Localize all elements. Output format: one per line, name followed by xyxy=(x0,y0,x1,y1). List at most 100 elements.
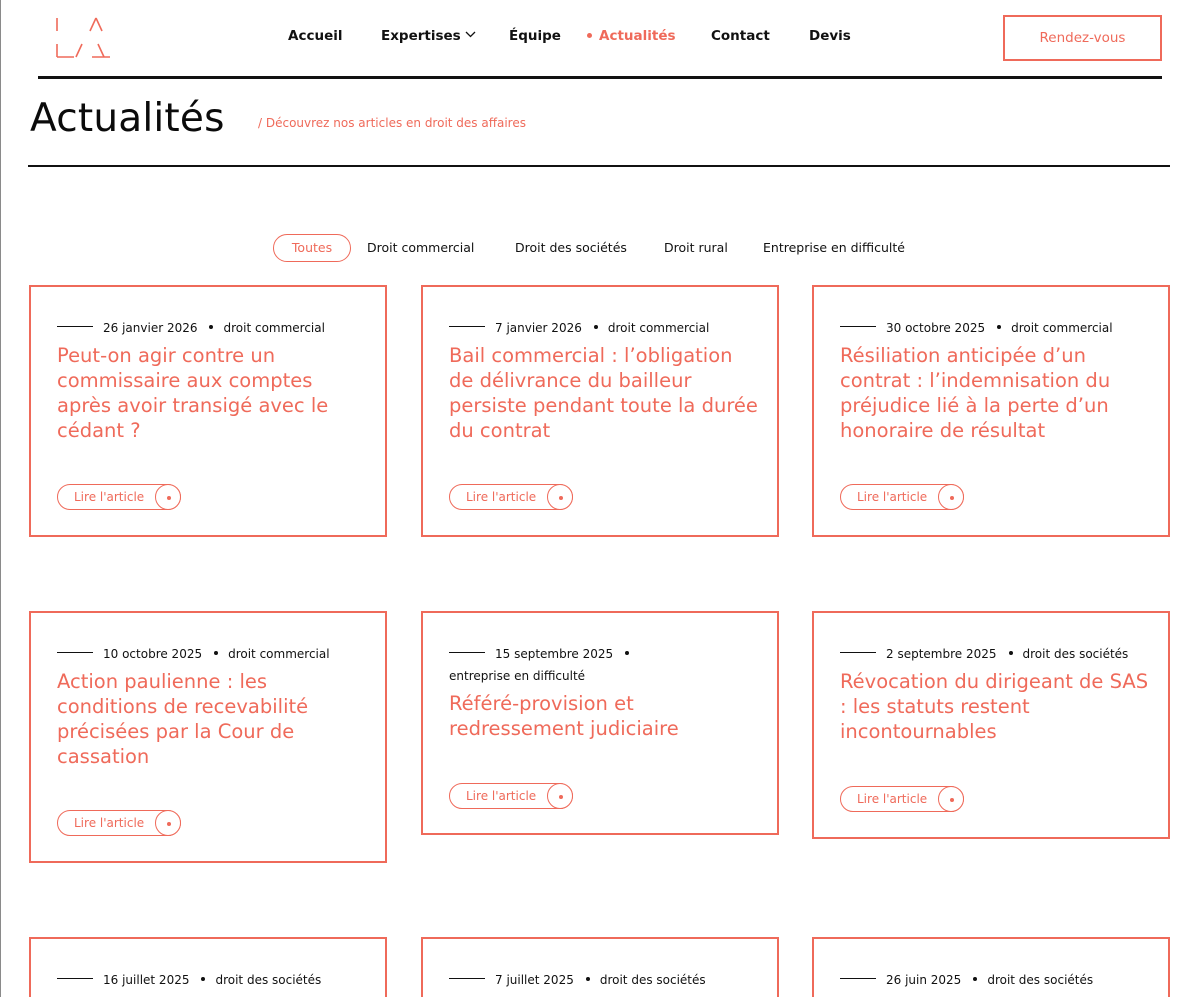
meta-rule xyxy=(840,326,876,327)
article-title[interactable]: Référé-provision et redressement judicia… xyxy=(449,691,759,741)
category-filters: Toutes Droit commercial Droit des sociét… xyxy=(0,234,1200,262)
nav-item-expertises-label: Expertises xyxy=(381,28,461,44)
meta-rule xyxy=(840,978,876,979)
article-date: 10 octobre 2025 xyxy=(103,647,203,661)
circle-dot-icon xyxy=(547,783,573,809)
article-title[interactable]: Révocation du dirigeant de SAS : les sta… xyxy=(840,669,1150,744)
bullet-icon xyxy=(201,976,206,981)
read-article-label: Lire l'article xyxy=(466,789,537,803)
article-date: 2 septembre 2025 xyxy=(886,647,997,661)
article-meta: 15 septembre 2025 entreprise en difficult… xyxy=(449,643,649,687)
bullet-icon xyxy=(214,650,219,655)
meta-rule xyxy=(840,652,876,653)
article-category: droit des sociétés xyxy=(1022,647,1129,661)
circle-dot-icon xyxy=(938,786,964,812)
article-category: entreprise en difficulté xyxy=(449,669,586,683)
nav-item-actualites-label: Actualités xyxy=(599,28,676,44)
read-article-button[interactable]: Lire l'article xyxy=(449,484,573,510)
meta-rule xyxy=(449,978,485,979)
article-card[interactable]: 2 septembre 2025 droit des sociétés Révoc… xyxy=(812,611,1170,839)
circle-dot-icon xyxy=(155,810,181,836)
meta-rule xyxy=(449,652,485,653)
filter-droit-des-societes[interactable]: Droit des sociétés xyxy=(515,234,627,262)
article-date: 7 janvier 2026 xyxy=(495,321,582,335)
article-meta: 7 juillet 2025 droit des sociétés xyxy=(449,969,769,991)
nav-item-accueil[interactable]: Accueil xyxy=(288,28,342,44)
nav-item-devis[interactable]: Devis xyxy=(809,28,851,44)
site-header: Accueil Expertises Équipe Actualités Con… xyxy=(0,0,1200,80)
article-meta: 2 septembre 2025 droit des sociétés xyxy=(840,643,1160,665)
nav-item-contact[interactable]: Contact xyxy=(711,28,770,44)
read-article-button[interactable]: Lire l'article xyxy=(57,484,181,510)
article-category: droit des sociétés xyxy=(215,973,322,987)
article-category: droit des sociétés xyxy=(599,973,706,987)
article-meta: 10 octobre 2025 droit commercial xyxy=(57,643,377,665)
bullet-icon xyxy=(209,324,214,329)
meta-rule xyxy=(449,326,485,327)
window-edge xyxy=(0,0,1,997)
circle-dot-icon xyxy=(155,484,181,510)
article-meta: 26 janvier 2026 droit commercial xyxy=(57,317,377,339)
read-article-label: Lire l'article xyxy=(74,816,145,830)
circle-dot-icon xyxy=(938,484,964,510)
title-divider xyxy=(28,165,1170,167)
circle-dot-icon xyxy=(547,484,573,510)
article-title[interactable]: Action paulienne : les conditions de rec… xyxy=(57,669,367,769)
article-card[interactable]: 7 juillet 2025 droit des sociétés xyxy=(421,937,779,997)
read-article-button[interactable]: Lire l'article xyxy=(449,783,573,809)
article-date: 7 juillet 2025 xyxy=(495,973,574,987)
read-article-button[interactable]: Lire l'article xyxy=(840,786,964,812)
bullet-icon xyxy=(585,976,590,981)
filter-droit-commercial[interactable]: Droit commercial xyxy=(367,234,474,262)
article-meta: 26 juin 2025 droit des sociétés xyxy=(840,969,1160,991)
active-dot-icon xyxy=(587,32,592,38)
meta-rule xyxy=(57,978,93,979)
article-title[interactable]: Peut-on agir contre un commissaire aux c… xyxy=(57,343,367,443)
filter-droit-rural[interactable]: Droit rural xyxy=(664,234,728,262)
article-card[interactable]: 26 janvier 2026 droit commercial Peut-on … xyxy=(29,285,387,537)
meta-rule xyxy=(57,326,93,327)
article-category: droit des sociétés xyxy=(987,973,1094,987)
bullet-icon xyxy=(973,976,978,981)
read-article-label: Lire l'article xyxy=(466,490,537,504)
article-meta: 7 janvier 2026 droit commercial xyxy=(449,317,769,339)
chevron-down-icon xyxy=(465,31,476,37)
bullet-icon xyxy=(593,324,598,329)
article-card[interactable]: 10 octobre 2025 droit commercial Action p… xyxy=(29,611,387,863)
article-category: droit commercial xyxy=(607,321,710,335)
article-date: 26 janvier 2026 xyxy=(103,321,198,335)
page-subtitle: / Découvrez nos articles en droit des af… xyxy=(258,116,526,130)
rendez-vous-button[interactable]: Rendez-vous xyxy=(1003,15,1162,61)
article-date: 30 octobre 2025 xyxy=(886,321,986,335)
article-category: droit commercial xyxy=(223,321,325,335)
article-date: 16 juillet 2025 xyxy=(103,973,190,987)
read-article-button[interactable]: Lire l'article xyxy=(840,484,964,510)
article-card[interactable]: 15 septembre 2025 entreprise en difficult… xyxy=(421,611,779,835)
article-date: 26 juin 2025 xyxy=(886,973,962,987)
article-date: 15 septembre 2025 xyxy=(495,647,614,661)
nav-item-equipe[interactable]: Équipe xyxy=(509,28,561,44)
nav-item-expertises[interactable]: Expertises xyxy=(381,28,476,44)
bullet-icon xyxy=(1008,650,1013,655)
article-title[interactable]: Bail commercial : l’obligation de délivr… xyxy=(449,343,759,443)
filter-toutes[interactable]: Toutes xyxy=(273,234,351,262)
article-title[interactable]: Résiliation anticipée d’un contrat : l’i… xyxy=(840,343,1150,443)
article-card[interactable]: 16 juillet 2025 droit des sociétés xyxy=(29,937,387,997)
read-article-label: Lire l'article xyxy=(857,792,928,806)
article-card[interactable]: 7 janvier 2026 droit commercial Bail comm… xyxy=(421,285,779,537)
nav-item-actualites[interactable]: Actualités xyxy=(587,28,676,44)
page-title: Actualités xyxy=(30,96,225,141)
read-article-button[interactable]: Lire l'article xyxy=(57,810,181,836)
read-article-label: Lire l'article xyxy=(857,490,928,504)
article-category: droit commercial xyxy=(1011,321,1113,335)
bullet-icon xyxy=(625,650,630,655)
filter-entreprise-en-difficulte[interactable]: Entreprise en difficulté xyxy=(763,234,905,262)
article-meta: 30 octobre 2025 droit commercial xyxy=(840,317,1160,339)
article-meta: 16 juillet 2025 droit des sociétés xyxy=(57,969,377,991)
article-category: droit commercial xyxy=(228,647,330,661)
read-article-label: Lire l'article xyxy=(74,490,145,504)
bullet-icon xyxy=(997,324,1002,329)
article-card[interactable]: 30 octobre 2025 droit commercial Résiliat… xyxy=(812,285,1170,537)
meta-rule xyxy=(57,652,93,653)
article-card[interactable]: 26 juin 2025 droit des sociétés xyxy=(812,937,1170,997)
